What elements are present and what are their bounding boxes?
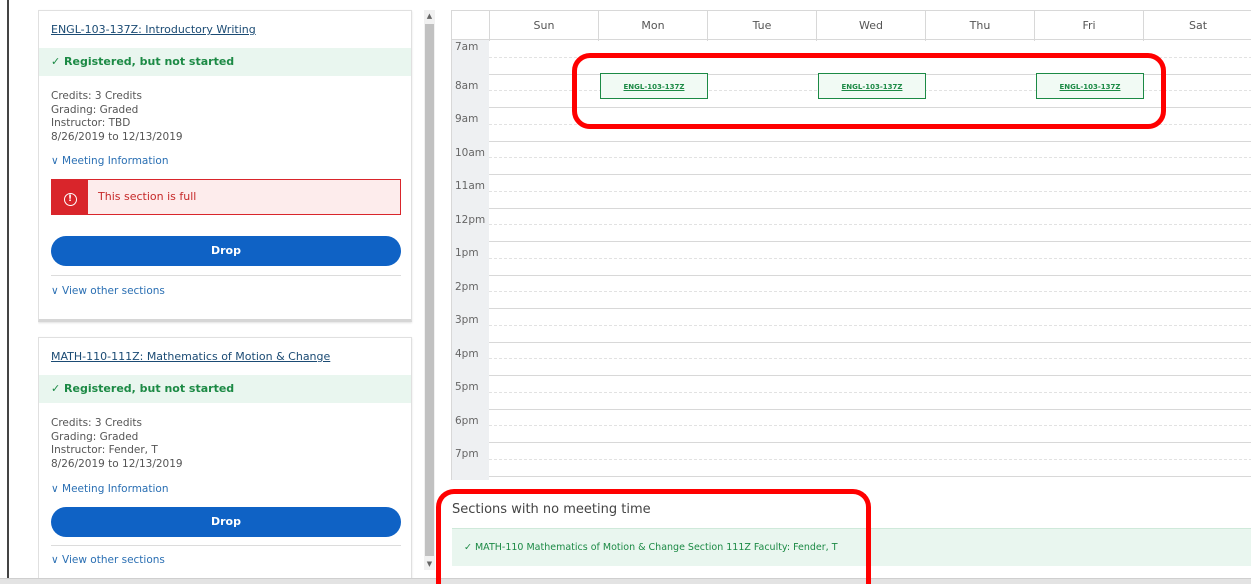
- status-label: Registered, but not started: [64, 382, 235, 395]
- alert-circle-icon: !: [63, 193, 77, 206]
- hour-label: 8am: [455, 79, 479, 92]
- half-hour-gridline: [489, 391, 1251, 393]
- calendar-day-header: Sun Mon Tue Wed Thu Fri Sat: [452, 10, 1251, 41]
- half-hour-gridline: [489, 257, 1251, 259]
- instructor-text: Instructor: Fender, T: [51, 444, 158, 456]
- scroll-down-arrow-icon[interactable]: ▼: [424, 558, 435, 570]
- hour-label: 9am: [455, 113, 479, 125]
- dates-text: 8/26/2019 to 12/13/2019: [51, 130, 183, 143]
- registration-status: ✓ Registered, but not started: [39, 375, 411, 403]
- day-header-fri: Fri: [1034, 11, 1143, 41]
- hour-label: 3pm: [455, 314, 479, 326]
- half-hour-gridline: [489, 425, 1251, 427]
- hour-label: 10am: [455, 146, 486, 159]
- instructor-text: Instructor: TBD: [51, 117, 131, 129]
- section-full-alert: ! This section is full: [51, 179, 401, 215]
- hour-label: 6pm: [455, 414, 479, 427]
- hour-label: 2pm: [455, 280, 479, 293]
- view-other-sections-label: View other sections: [62, 554, 165, 566]
- drop-button[interactable]: Drop: [51, 507, 401, 537]
- day-header-mon: Mon: [598, 11, 707, 41]
- hour-label: 7am: [455, 41, 479, 53]
- half-hour-gridline: [489, 157, 1251, 159]
- meeting-information-label: Meeting Information: [62, 155, 169, 167]
- credits-text: Credits: 3 Credits: [51, 417, 142, 429]
- day-header-sat: Sat: [1143, 11, 1251, 41]
- hour-label: 4pm: [455, 347, 479, 360]
- half-hour-gridline: [489, 358, 1251, 360]
- hour-gridline: [489, 375, 1251, 376]
- scrollbar-thumb[interactable]: [425, 24, 434, 556]
- day-header-thu: Thu: [925, 11, 1034, 41]
- view-other-sections-link[interactable]: ∨ View other sections: [51, 554, 165, 566]
- chevron-down-icon: ∨: [51, 483, 63, 495]
- half-hour-gridline: [489, 324, 1251, 326]
- hour-gridline: [489, 207, 1251, 209]
- meeting-information-label: Meeting Information: [62, 483, 169, 495]
- hour-gridline: [489, 341, 1251, 343]
- view-other-sections-label: View other sections: [62, 285, 165, 297]
- hour-gridline: [489, 140, 1251, 142]
- scroll-up-arrow-icon[interactable]: ▲: [424, 10, 435, 22]
- hour-gridline: [489, 174, 1251, 175]
- chevron-down-icon: ∨: [51, 554, 63, 566]
- registration-status: ✓ Registered, but not started: [39, 48, 411, 76]
- grading-text: Grading: Graded: [51, 103, 139, 116]
- hour-label: 12pm: [455, 213, 486, 226]
- check-icon: ✓: [51, 382, 65, 395]
- hour-gridline: [489, 475, 1251, 477]
- grading-text: Grading: Graded: [51, 430, 139, 443]
- course-list: ENGL-103-137Z: Introductory Writing ✓ Re…: [38, 0, 414, 578]
- hour-label: 1pm: [455, 247, 479, 259]
- hour-label: 5pm: [455, 381, 479, 393]
- course-title-link[interactable]: ENGL-103-137Z: Introductory Writing: [51, 23, 256, 36]
- hour-gridline: [489, 408, 1251, 410]
- page-left-border: [7, 0, 9, 584]
- day-header-sun: Sun: [489, 11, 598, 41]
- course-list-scrollbar[interactable]: ▲ ▼: [424, 10, 435, 570]
- hour-gridline: [489, 241, 1251, 242]
- hour-gridline: [489, 274, 1251, 276]
- hour-label: 7pm: [455, 448, 479, 460]
- course-details: Credits: 3 Credits Grading: Graded Instr…: [51, 90, 183, 144]
- hour-gridline: [489, 442, 1251, 443]
- course-details: Credits: 3 Credits Grading: Graded Instr…: [51, 417, 183, 471]
- meeting-information-toggle[interactable]: ∨ Meeting Information: [51, 483, 168, 495]
- day-header-tue: Tue: [707, 11, 816, 41]
- hour-gridline: [489, 308, 1251, 309]
- drop-button[interactable]: Drop: [51, 236, 401, 266]
- chevron-down-icon: ∨: [51, 285, 63, 297]
- half-hour-gridline: [489, 224, 1251, 226]
- view-other-sections-link[interactable]: ∨ View other sections: [51, 285, 165, 297]
- meeting-information-toggle[interactable]: ∨ Meeting Information: [51, 155, 168, 167]
- divider: [51, 275, 401, 276]
- credits-text: Credits: 3 Credits: [51, 90, 142, 102]
- chevron-down-icon: ∨: [51, 155, 63, 167]
- half-hour-gridline: [489, 458, 1251, 460]
- check-icon: ✓: [51, 55, 65, 68]
- course-card-engl: ENGL-103-137Z: Introductory Writing ✓ Re…: [38, 10, 412, 322]
- course-card-math: MATH-110-111Z: Mathematics of Motion & C…: [38, 337, 412, 578]
- dates-text: 8/26/2019 to 12/13/2019: [51, 457, 183, 470]
- divider: [51, 545, 401, 546]
- course-title-link[interactable]: MATH-110-111Z: Mathematics of Motion & C…: [51, 350, 330, 363]
- hour-label: 11am: [455, 180, 486, 192]
- half-hour-gridline: [489, 291, 1251, 293]
- day-header-wed: Wed: [816, 11, 925, 41]
- half-hour-gridline: [489, 190, 1251, 192]
- alert-text: This section is full: [98, 190, 197, 203]
- annotation-highlight-events: [572, 53, 1166, 129]
- status-label: Registered, but not started: [64, 55, 235, 68]
- annotation-highlight-no-meeting: [436, 489, 871, 584]
